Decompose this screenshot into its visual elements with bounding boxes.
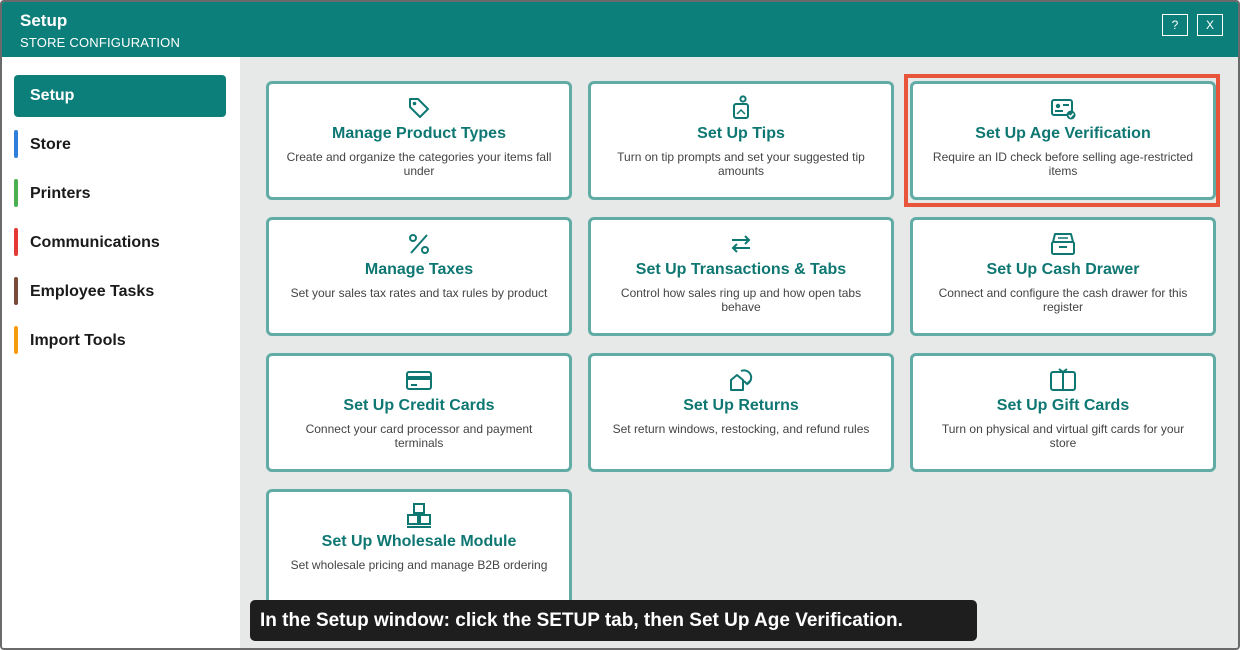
card-description: Create and organize the categories your … (286, 150, 552, 178)
card-title: Set Up Returns (683, 397, 799, 414)
sidebar-item-label: Communications (30, 234, 160, 251)
percent-icon (409, 234, 429, 254)
title-bar: Setup STORE CONFIGURATION ? X (2, 2, 1238, 57)
card-title: Set Up Cash Drawer (986, 261, 1140, 278)
credit-card-icon (406, 371, 432, 390)
gift-card-icon (1050, 368, 1076, 391)
help-button[interactable]: ? (1162, 14, 1188, 36)
card-title: Set Up Wholesale Module (321, 533, 517, 550)
card-description: Require an ID check before selling age-r… (932, 150, 1194, 178)
tip-jar-icon (733, 95, 749, 119)
arrows-swap-icon (731, 235, 751, 253)
card-set-up-returns[interactable]: Set Up Returns Set return windows, resto… (588, 353, 894, 472)
card-title: Manage Taxes (364, 261, 474, 278)
card-manage-taxes[interactable]: Manage Taxes Set your sales tax rates an… (266, 217, 572, 336)
return-icon (730, 369, 753, 391)
cash-drawer-icon (1051, 233, 1075, 255)
sidebar-item-store[interactable]: Store (14, 124, 226, 166)
tag-icon (409, 98, 429, 118)
sidebar-item-communications[interactable]: Communications (14, 222, 226, 264)
card-title: Manage Product Types (332, 125, 506, 142)
card-set-up-cash-drawer[interactable]: Set Up Cash Drawer Connect and configure… (910, 217, 1216, 336)
card-title: Set Up Age Verification (975, 125, 1151, 142)
card-set-up-transactions-tabs[interactable]: Set Up Transactions & Tabs Control how s… (588, 217, 894, 336)
sidebar-color-bar (14, 277, 18, 305)
sidebar-item-label: Store (30, 136, 71, 153)
card-set-up-gift-cards[interactable]: Set Up Gift Cards Turn on physical and v… (910, 353, 1216, 472)
card-description: Turn on physical and virtual gift cards … (941, 422, 1185, 450)
card-set-up-age-verification[interactable]: Set Up Age Verification Require an ID ch… (910, 81, 1216, 200)
card-manage-product-types[interactable]: Manage Product Types Create and organize… (266, 81, 572, 200)
setup-content: Manage Product Types Create and organize… (240, 57, 1238, 648)
sidebar-item-label: Import Tools (30, 332, 126, 349)
sidebar-item-setup[interactable]: Setup (14, 75, 226, 117)
card-description: Connect and configure the cash drawer fo… (938, 286, 1188, 314)
card-title: Set Up Transactions & Tabs (635, 261, 847, 278)
sidebar-color-bar (14, 326, 18, 354)
sidebar: Setup Store Printers Communications Empl… (2, 57, 240, 648)
boxes-icon (407, 503, 431, 528)
sidebar-item-label: Printers (30, 185, 91, 202)
sidebar-item-import-tools[interactable]: Import Tools (14, 320, 226, 362)
sidebar-color-bar (14, 179, 18, 207)
card-set-up-credit-cards[interactable]: Set Up Credit Cards Connect your card pr… (266, 353, 572, 472)
close-button[interactable]: X (1197, 14, 1223, 36)
window-subtitle: STORE CONFIGURATION (20, 35, 181, 50)
card-description: Control how sales ring up and how open t… (620, 286, 862, 314)
sidebar-color-bar (14, 130, 18, 158)
instruction-caption: In the Setup window: click the SETUP tab… (250, 600, 977, 641)
window-title: Setup (20, 11, 68, 30)
id-card-check-icon (1051, 99, 1076, 120)
sidebar-item-label: Setup (30, 87, 75, 104)
card-description: Turn on tip prompts and set your suggest… (617, 150, 865, 178)
sidebar-item-label: Employee Tasks (30, 283, 155, 300)
setup-window: Setup STORE CONFIGURATION ? X Setup Stor… (0, 0, 1240, 650)
card-set-up-tips[interactable]: Set Up Tips Turn on tip prompts and set … (588, 81, 894, 200)
sidebar-item-employee-tasks[interactable]: Employee Tasks (14, 271, 226, 313)
card-title: Set Up Gift Cards (996, 397, 1130, 414)
card-title: Set Up Tips (697, 125, 785, 142)
card-description: Set return windows, restocking, and refu… (612, 422, 870, 436)
sidebar-item-printers[interactable]: Printers (14, 173, 226, 215)
sidebar-color-bar (14, 228, 18, 256)
card-description: Connect your card processor and payment … (305, 422, 533, 450)
card-description: Set your sales tax rates and tax rules b… (290, 286, 548, 300)
card-title: Set Up Credit Cards (343, 397, 495, 414)
card-set-up-wholesale-module[interactable]: Set Up Wholesale Module Set wholesale pr… (266, 489, 572, 609)
card-description: Set wholesale pricing and manage B2B ord… (290, 558, 548, 572)
